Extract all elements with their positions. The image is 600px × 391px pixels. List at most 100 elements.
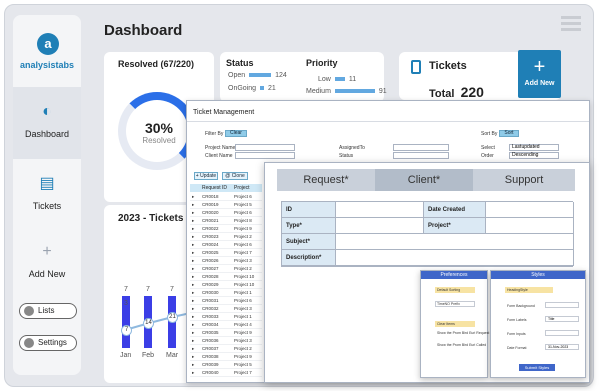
ticket-list: + Update @ Clone Request ID Project ▸ CR00…: [190, 168, 264, 382]
id-label: ID: [282, 202, 336, 218]
table-row[interactable]: ▸ CR0033 Project 1: [190, 313, 262, 321]
heading-style-label: HeadingStyle: [507, 288, 528, 292]
status-label: Status: [339, 153, 354, 159]
gauge-icon: ◐: [42, 103, 52, 120]
brand-name: analysistabs: [19, 60, 75, 70]
table-row[interactable]: ▸ CR0032 Project 3: [190, 305, 262, 313]
x-tick-label: Jan: [120, 352, 132, 359]
table-row[interactable]: ▸ CR0027 Project 2: [190, 265, 262, 273]
sidebar-item-label: Tickets: [32, 201, 62, 211]
table-row[interactable]: ▸ CR0030 Project 1: [190, 289, 262, 297]
status-card: Status Open 124 OnGoing 21 Priority Low 11 …: [220, 52, 387, 102]
description-field[interactable]: [336, 250, 574, 266]
table-row[interactable]: ▸ CR0026 Project 3: [190, 257, 262, 265]
list-header: Request ID Project: [190, 184, 262, 192]
tab-request[interactable]: Request*: [277, 169, 375, 191]
table-row[interactable]: ▸ CR0039 Project 5: [190, 361, 262, 369]
table-row[interactable]: ▸ CR0019 Project 5: [190, 201, 262, 209]
form-inputs-field[interactable]: [545, 330, 579, 336]
status-row: Open 124: [228, 72, 287, 79]
date-created-field[interactable]: [486, 202, 574, 218]
form-labels-field[interactable]: Title: [545, 316, 579, 322]
sidebar-item-dashboard[interactable]: ◐ Dashboard: [13, 87, 81, 159]
sort-by-label: Sort By: [481, 131, 498, 137]
date-format-field[interactable]: 31-Nov-2023: [545, 344, 579, 350]
tab-client[interactable]: Client*: [375, 169, 473, 191]
clear-button[interactable]: Clear: [225, 130, 247, 137]
filter-by-label: Filter By: [205, 131, 224, 137]
form-background-label: Form Background: [507, 304, 535, 308]
bar-value-label: 7: [124, 285, 128, 293]
date-created-label: Date Created: [424, 202, 486, 218]
plus-icon: +: [533, 56, 546, 78]
subject-label: Subject*: [282, 234, 336, 250]
bar-value-label: 7: [146, 285, 150, 293]
request-fields: ID Date Created Type* Project* Subject* …: [281, 201, 574, 267]
table-row[interactable]: ▸ CR0028 Project 10: [190, 273, 262, 281]
lists-button[interactable]: Lists: [19, 303, 77, 319]
description-label: Description*: [282, 250, 336, 266]
table-row[interactable]: ▸ CR0029 Project 10: [190, 281, 262, 289]
id-field[interactable]: [336, 202, 424, 218]
table-row[interactable]: ▸ CR0022 Project 9: [190, 225, 262, 233]
form-background-field[interactable]: [545, 302, 579, 308]
clone-button[interactable]: @ Clone: [222, 172, 248, 180]
assigned-to-label: AssignedTo: [339, 145, 365, 151]
table-row[interactable]: ▸ CR0034 Project 4: [190, 321, 262, 329]
project-name-field[interactable]: [235, 144, 295, 151]
status-field[interactable]: [393, 152, 449, 159]
sidebar-item-add-new[interactable]: + Add New: [13, 227, 81, 299]
sort-field-select[interactable]: Lastupdated: [509, 144, 559, 151]
hamburger-menu-icon[interactable]: [561, 16, 581, 34]
table-row[interactable]: ▸ CR0018 Project 6: [190, 193, 262, 201]
tickets-total: Total 220: [429, 84, 484, 100]
subject-field[interactable]: [336, 234, 574, 250]
gear-icon: [24, 338, 34, 348]
table-row[interactable]: ▸ CR0038 Project 9: [190, 353, 262, 361]
table-row[interactable]: ▸ CR0040 Project 7: [190, 369, 262, 377]
sort-order-select[interactable]: Descending: [509, 152, 559, 159]
x-tick-label: Feb: [142, 352, 155, 359]
table-row[interactable]: ▸ CR0025 Project 7: [190, 249, 262, 257]
submit-styles-button[interactable]: Submit Styles: [519, 364, 555, 371]
client-name-label: Client Name: [205, 153, 233, 159]
table-row[interactable]: ▸ CR0023 Project 2: [190, 233, 262, 241]
sidebar-item-tickets[interactable]: ▤ Tickets: [13, 159, 81, 231]
default-sorting-label: Default Sorting: [437, 288, 461, 292]
table-row[interactable]: ▸ CR0037 Project 2: [190, 345, 262, 353]
email-help-text-2: Show the Prom Bird Euri Called: [437, 343, 487, 347]
sidebar-item-label: Add New: [28, 269, 66, 279]
styles-title: Styles: [491, 271, 585, 279]
resolved-title: Resolved (67/220): [118, 59, 195, 69]
settings-button[interactable]: Settings: [19, 335, 77, 351]
table-row[interactable]: ▸ CR0024 Project 6: [190, 241, 262, 249]
project-label: Project*: [424, 218, 486, 234]
tab-support[interactable]: Support: [473, 169, 575, 191]
table-row[interactable]: ▸ CR0020 Project 6: [190, 209, 262, 217]
tickets-title: Tickets: [429, 60, 467, 72]
table-row[interactable]: ▸ CR0036 Project 3: [190, 337, 262, 345]
update-button[interactable]: + Update: [194, 172, 218, 180]
type-label: Type*: [282, 218, 336, 234]
table-row[interactable]: ▸ CR0035 Project 9: [190, 329, 262, 337]
preferences-title: Preferences: [421, 271, 487, 279]
clipboard-icon: ▤: [39, 175, 55, 192]
type-field[interactable]: [336, 218, 424, 234]
assigned-to-field[interactable]: [393, 144, 449, 151]
order-label: Order: [481, 153, 494, 159]
gear-icon: [24, 306, 34, 316]
priority-row: Low 11: [318, 76, 357, 83]
time-prefix-label: TimeNO Prefix: [437, 302, 460, 306]
clipboard-icon: [411, 60, 421, 74]
brand-logo-icon: a: [37, 33, 59, 55]
sidebar: a analysistabs ◐ Dashboard ▤ Tickets + A…: [13, 15, 81, 375]
styles-window: Styles HeadingStyle Form Background Form…: [490, 270, 586, 378]
project-field[interactable]: [486, 218, 574, 234]
add-new-button[interactable]: + Add New: [518, 50, 561, 98]
table-row[interactable]: ▸ CR0031 Project 6: [190, 297, 262, 305]
sort-button[interactable]: Sort: [499, 130, 519, 137]
bar-value-label: 7: [170, 285, 174, 293]
client-name-field[interactable]: [235, 152, 295, 159]
priority-title: Priority: [306, 58, 338, 68]
table-row[interactable]: ▸ CR0021 Project 8: [190, 217, 262, 225]
